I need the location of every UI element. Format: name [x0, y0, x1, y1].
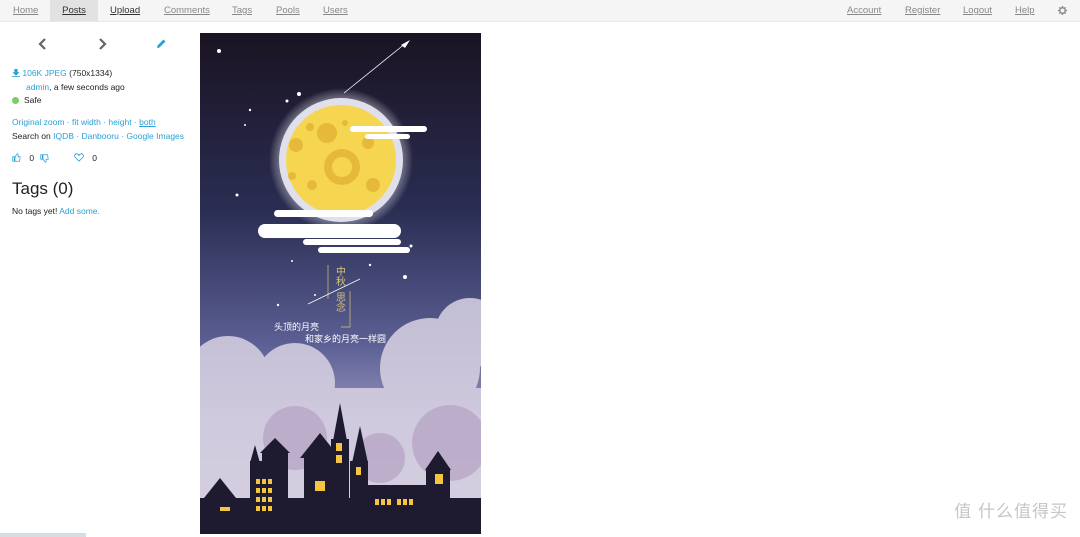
next-post-icon[interactable] [95, 37, 109, 51]
zoom-original[interactable]: Original zoom [12, 117, 64, 127]
nav-pools[interactable]: Pools [276, 0, 300, 21]
search-google-images[interactable]: Google Images [126, 131, 184, 141]
site-watermark: 值 什么值得买 [954, 502, 1068, 521]
vertical-title-2: 思念 [334, 292, 346, 312]
tags-empty-message: No tags yet! Add some. [12, 206, 100, 216]
file-info: 106K JPEG (750x1334) [12, 68, 112, 78]
score-bar: 0 0 [12, 153, 97, 163]
poem-line-1: 头顶的月亮 [274, 321, 319, 332]
search-danbooru[interactable]: Danbooru [81, 131, 118, 141]
thumbs-down-icon[interactable] [40, 154, 50, 163]
uploader-link[interactable]: admin [26, 82, 49, 92]
file-dimensions: (750x1334) [69, 68, 113, 78]
nav-register[interactable]: Register [905, 0, 940, 21]
zoom-fit-width[interactable]: fit width [72, 117, 101, 127]
nav-posts[interactable]: Posts [50, 0, 98, 21]
edit-pencil-icon[interactable] [154, 37, 168, 51]
nav-home[interactable]: Home [13, 0, 38, 21]
nav-upload[interactable]: Upload [110, 0, 140, 21]
horizontal-scrollbar[interactable] [0, 533, 86, 537]
top-navigation: Home Posts Upload Comments Tags Pools Us… [0, 0, 1080, 22]
download-icon[interactable] [12, 69, 20, 77]
search-on: Search on IQDB · Danbooru · Google Image… [12, 131, 185, 141]
vertical-title-1: 中秋 [334, 265, 346, 287]
poem-line-2: 和家乡的月亮一样圆 [305, 333, 386, 344]
tags-heading: Tags (0) [12, 179, 74, 198]
zoom-height[interactable]: height [108, 117, 131, 127]
nav-help[interactable]: Help [1015, 0, 1035, 21]
nav-users[interactable]: Users [323, 0, 348, 21]
file-link[interactable]: 106K JPEG [22, 68, 66, 78]
add-tags-link[interactable]: Add some. [59, 206, 100, 216]
upload-time: , a few seconds ago [49, 82, 125, 92]
heart-icon[interactable] [74, 153, 84, 162]
zoom-options: Original zoom · fit width · height · bot… [12, 117, 156, 127]
nav-tags[interactable]: Tags [232, 0, 252, 21]
safety-rating: Safe [12, 95, 42, 105]
favorites-count: 0 [92, 153, 97, 163]
post-image[interactable]: 中秋 思念 头顶的月亮 和家乡的月亮一样圆 [200, 33, 481, 534]
nav-comments[interactable]: Comments [164, 0, 210, 21]
score-value: 0 [29, 153, 35, 163]
search-iqdb[interactable]: IQDB [53, 131, 74, 141]
safe-dot-icon [12, 97, 19, 105]
thumbs-up-icon[interactable] [12, 153, 21, 162]
nav-logout[interactable]: Logout [963, 0, 992, 21]
safety-label: Safe [24, 95, 42, 105]
nav-account[interactable]: Account [847, 0, 881, 21]
upload-info: admin, a few seconds ago [26, 82, 125, 92]
gear-icon[interactable] [1058, 6, 1067, 15]
zoom-both[interactable]: both [139, 117, 156, 127]
previous-post-icon[interactable] [36, 37, 50, 51]
